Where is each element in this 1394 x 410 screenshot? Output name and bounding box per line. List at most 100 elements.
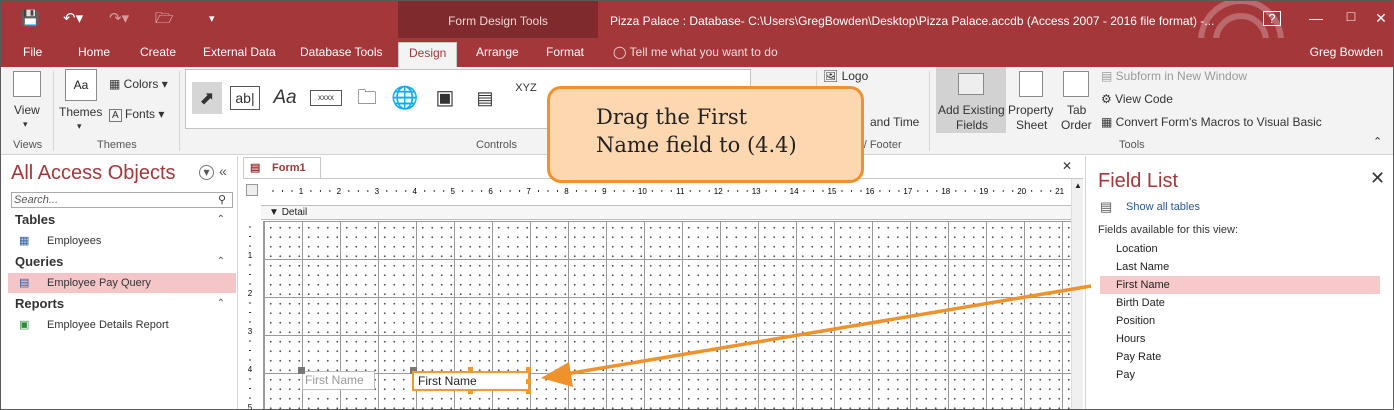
detail-grid[interactable] [263,221,1071,409]
fonts-button[interactable]: A Fonts ▾ [109,107,164,123]
open-folder-icon[interactable]: 🗁 [155,10,174,28]
nav-section-tables[interactable]: Tables [15,212,55,227]
tell-me-search[interactable]: ◯ Tell me what you want to do [613,42,778,63]
nav-item-employee-pay-query[interactable]: ▤ Employee Pay Query [8,273,236,293]
field-pay[interactable]: Pay [1100,366,1380,384]
textbox-control[interactable]: ab| [230,86,260,110]
nav-item-employees[interactable]: ▦ Employees [17,231,101,251]
nav-item-employee-details-report[interactable]: ▣ Employee Details Report [17,315,169,335]
view-code-button[interactable]: ⚙ View Code [1101,92,1173,107]
ruler-tick [964,190,966,192]
colors-icon: ▦ [109,77,124,91]
select-pointer-icon[interactable]: ⬈ [192,82,222,114]
undo-icon[interactable]: ↶▾ [63,10,83,28]
navigation-control-icon[interactable]: ▤ [470,82,500,114]
move-handle[interactable] [298,367,305,374]
nav-section-reports[interactable]: Reports [15,296,64,311]
button-control[interactable]: xxxx [310,90,342,106]
tab-home[interactable]: Home [68,42,120,67]
colors-button[interactable]: ▦ Colors ▾ [109,77,168,92]
ruler-tick [249,245,251,247]
tab-format[interactable]: Format [536,42,594,67]
web-browser-icon[interactable]: ▣ [430,82,460,114]
tab-arrange[interactable]: Arrange [466,42,529,67]
collapse-section-icon[interactable]: ⌃ [217,298,225,309]
nav-menu-chevron-icon[interactable]: ▾ [199,165,214,180]
customize-qat-icon[interactable]: ▾ [209,10,215,28]
themes-button[interactable]: Themes [59,105,102,120]
nav-title[interactable]: All Access Objects [11,162,176,185]
collapse-section-icon[interactable]: ⌃ [217,256,225,267]
close-icon[interactable]: ✕ [1366,7,1393,29]
themes-icon[interactable]: Aa [65,69,97,101]
property-sheet-button-line2[interactable]: Sheet [1016,118,1047,133]
field-last-name[interactable]: Last Name [1100,258,1380,276]
tab-database-tools[interactable]: Database Tools [290,42,393,67]
tab-order-button-line2[interactable]: Order [1061,118,1092,133]
tab-order-button[interactable]: Tab [1067,103,1086,118]
field-birth-date[interactable]: Birth Date [1100,294,1380,312]
ruler-tick [632,190,634,192]
ruler-tick [249,264,251,266]
ruler-tick [585,190,587,192]
tab-create[interactable]: Create [130,42,186,67]
collapse-ribbon-icon[interactable]: ⌃ [1373,135,1382,150]
themes-dropdown-icon[interactable]: ▾ [77,119,82,134]
convert-macros-button[interactable]: ▦ Convert Form's Macros to Visual Basic [1101,115,1322,130]
label-control[interactable]: Aa [270,82,300,114]
first-name-label-control[interactable]: First Name [302,371,375,390]
hyperlink-icon[interactable]: 🌐 [390,82,420,114]
add-existing-fields-button[interactable]: Add Existing Fields [936,67,1006,133]
logo-button[interactable]: 🖼 Logo [823,69,868,84]
scroll-up-icon[interactable]: ▲ [1074,181,1082,190]
date-and-time-button[interactable]: and Time [870,115,919,130]
resize-handle[interactable] [468,389,473,394]
ruler-tick-label: 4 [248,365,253,374]
view-dropdown-icon[interactable]: ▾ [23,117,28,132]
search-input[interactable]: Search... [11,192,233,208]
first-name-textbox-control[interactable]: First Name [412,371,530,391]
query-icon: ▤ [19,277,30,289]
field-first-name[interactable]: First Name [1100,276,1380,294]
resize-handle[interactable] [526,367,531,372]
field-pay-rate[interactable]: Pay Rate [1100,348,1380,366]
tab-form1[interactable]: ▤ Form1 [243,157,321,178]
field-hours[interactable]: Hours [1100,330,1380,348]
view-button[interactable]: View [14,103,40,118]
ruler-tick [775,190,777,192]
field-location[interactable]: Location [1100,240,1380,258]
collapse-section-icon[interactable]: ⌃ [217,214,225,225]
detail-section-bar[interactable]: ▼ Detail [261,205,1071,220]
tab-design[interactable]: Design [398,42,458,67]
form-selector[interactable] [246,184,258,196]
option-group-control[interactable]: XYZ [510,72,542,104]
ruler-tick [1031,190,1033,192]
ruler-tick [898,190,900,192]
tab-order-icon[interactable] [1063,71,1089,97]
close-form-icon[interactable]: ✕ [1062,159,1072,173]
tab-file[interactable]: File [13,42,52,67]
property-sheet-button[interactable]: Property [1008,103,1053,118]
field-position[interactable]: Position [1100,312,1380,330]
tab-external-data[interactable]: External Data [193,42,286,67]
search-icon[interactable]: ⚲ [218,193,226,206]
minimize-icon[interactable]: — [1301,7,1331,29]
close-field-list-icon[interactable]: ✕ [1370,168,1385,189]
ruler-tick [249,340,251,342]
shutter-bar-close-icon[interactable]: « [219,163,227,179]
nav-section-queries[interactable]: Queries [15,254,63,269]
resize-handle[interactable] [526,379,531,384]
view-icon[interactable] [13,71,41,97]
ruler-tick-label: 3 [248,327,253,336]
maximize-icon[interactable]: □ [1336,5,1366,27]
help-icon[interactable]: ? [1263,11,1281,26]
user-name[interactable]: Greg Bowden [1310,42,1383,63]
resize-handle[interactable] [526,389,531,394]
vertical-scrollbar[interactable]: ▲ [1071,179,1083,409]
group-label-views: Views [13,139,43,151]
save-icon[interactable]: 💾 [21,10,40,28]
property-sheet-icon[interactable] [1019,71,1043,97]
resize-handle[interactable] [468,367,473,372]
show-all-tables-link[interactable]: Show all tables [1126,201,1200,213]
tab-control-icon[interactable]: 🗀 [352,82,382,114]
